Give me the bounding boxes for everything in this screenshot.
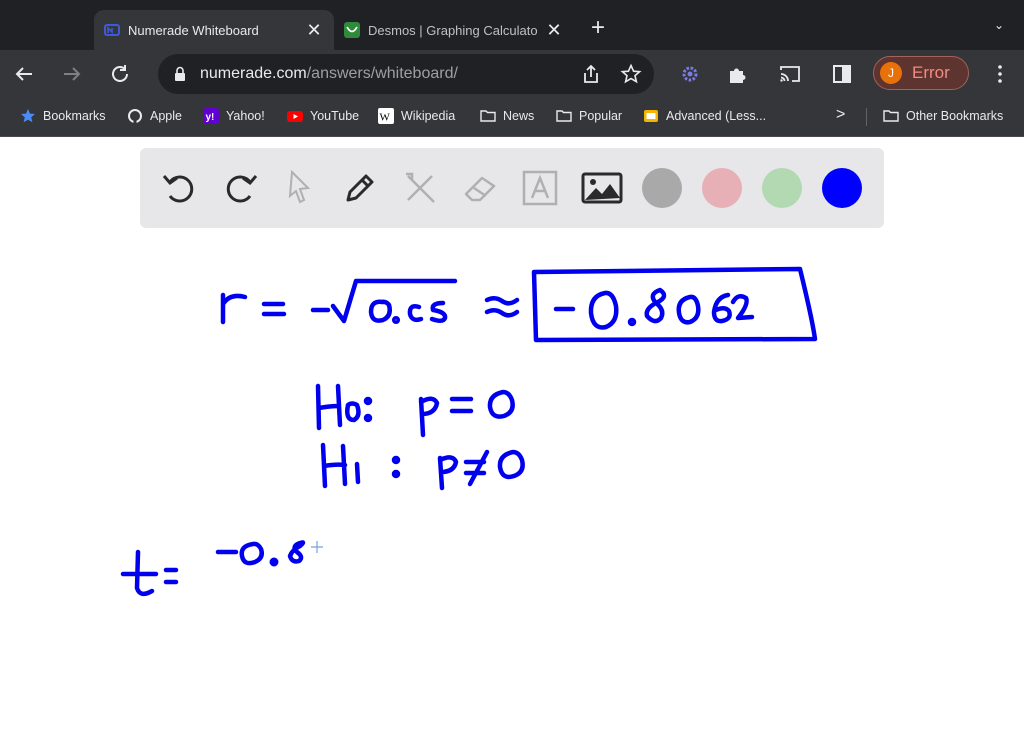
svg-text:y!: y! xyxy=(206,112,215,123)
svg-text:W: W xyxy=(380,112,391,124)
extensions-puzzle-icon[interactable] xyxy=(726,62,750,86)
tab-search-icon[interactable]: ⌄ xyxy=(994,18,1004,32)
bookmark-news[interactable]: News xyxy=(480,108,534,124)
tab-label: Desmos | Graphing Calculato xyxy=(368,22,538,38)
url-text[interactable]: numerade.com/answers/whiteboard/ xyxy=(200,65,458,83)
numerade-icon xyxy=(104,24,120,36)
bookmark-other-bookmarks[interactable]: Other Bookmarks xyxy=(883,108,1003,124)
forward-icon[interactable] xyxy=(60,62,84,86)
bookmark-label: YouTube xyxy=(310,109,360,123)
bookmark-advanced[interactable]: Advanced (Less... xyxy=(643,108,766,124)
wikipedia-icon: W xyxy=(378,108,394,124)
url-host: numerade.com xyxy=(200,65,307,82)
back-icon[interactable] xyxy=(12,62,36,86)
tab-strip: Numerade Whiteboard ✕ Desmos | Graphing … xyxy=(0,0,1024,50)
bookmark-label: Advanced (Less... xyxy=(666,109,767,123)
pen-icon[interactable] xyxy=(338,166,382,210)
bookmark-star-icon[interactable] xyxy=(620,63,642,85)
redo-icon[interactable] xyxy=(218,166,262,210)
close-tab-icon[interactable]: ✕ xyxy=(304,20,324,41)
url-path: /answers/whiteboard/ xyxy=(306,65,458,82)
bookmark-label: Apple xyxy=(150,109,182,123)
bookmark-label: Bookmarks xyxy=(43,109,106,123)
bookmark-label: Yahoo! xyxy=(226,109,265,123)
image-icon[interactable] xyxy=(580,166,624,210)
share-icon[interactable] xyxy=(580,63,602,85)
color-swatch-blue[interactable] xyxy=(822,168,862,208)
youtube-icon xyxy=(287,111,303,122)
bookmark-youtube[interactable]: YouTube xyxy=(287,108,359,124)
crosshair-cursor-icon xyxy=(311,541,323,553)
bookmark-label: Popular xyxy=(579,109,623,123)
new-tab-button[interactable]: + xyxy=(586,14,610,42)
handwriting-ink xyxy=(120,266,818,597)
yahoo-icon: y! xyxy=(203,108,219,124)
text-icon[interactable] xyxy=(518,166,562,210)
folder-icon xyxy=(556,110,572,122)
bookmark-label: Other Bookmarks xyxy=(906,109,1004,123)
eraser-icon[interactable] xyxy=(458,166,502,210)
pointer-icon[interactable] xyxy=(278,166,322,210)
kebab-menu-icon[interactable] xyxy=(988,62,1012,86)
extension-gear-icon[interactable] xyxy=(678,62,702,86)
bookmark-bookmarks[interactable]: Bookmarks xyxy=(20,108,106,124)
cast-icon[interactable] xyxy=(778,62,802,86)
slides-icon xyxy=(644,110,658,122)
desmos-icon xyxy=(344,22,360,38)
bookmarks-overflow-chevron-icon[interactable]: > xyxy=(836,106,845,124)
tab-desmos[interactable]: Desmos | Graphing Calculato ✕ xyxy=(334,10,574,50)
apple-icon xyxy=(128,109,142,123)
color-swatch-pink[interactable] xyxy=(702,168,742,208)
address-bar[interactable]: numerade.com/answers/whiteboard/ xyxy=(158,54,654,94)
star-icon xyxy=(21,109,35,123)
browser-toolbar: numerade.com/answers/whiteboard/ J Error xyxy=(0,50,1024,98)
side-panel-icon[interactable] xyxy=(830,62,854,86)
folder-icon xyxy=(480,110,496,122)
bookmark-label: News xyxy=(503,109,535,123)
color-swatch-gray[interactable] xyxy=(642,168,682,208)
close-tab-icon[interactable]: ✕ xyxy=(544,20,564,41)
bookmark-label: Wikipedia xyxy=(401,109,456,123)
profile-status: Error xyxy=(912,63,950,82)
bookmark-apple[interactable]: Apple xyxy=(127,108,182,124)
whiteboard-toolbar xyxy=(140,148,884,228)
profile-button[interactable]: J Error xyxy=(873,56,969,90)
folder-icon xyxy=(883,110,899,122)
undo-icon[interactable] xyxy=(158,166,202,210)
bookmark-wikipedia[interactable]: W Wikipedia xyxy=(378,108,455,124)
reload-icon[interactable] xyxy=(108,62,132,86)
tab-label: Numerade Whiteboard xyxy=(128,22,259,38)
bookmark-yahoo[interactable]: y! Yahoo! xyxy=(203,108,265,124)
tools-icon[interactable] xyxy=(398,166,442,210)
color-swatch-green[interactable] xyxy=(762,168,802,208)
tab-numerade-whiteboard[interactable]: Numerade Whiteboard ✕ xyxy=(94,10,334,50)
avatar: J xyxy=(880,62,902,84)
bookmark-popular[interactable]: Popular xyxy=(556,108,622,124)
lock-icon[interactable] xyxy=(174,66,186,82)
bookmarks-bar: Bookmarks Apple y! Yahoo! YouTube W Wiki… xyxy=(0,98,1024,137)
bookmarks-divider xyxy=(866,108,867,126)
